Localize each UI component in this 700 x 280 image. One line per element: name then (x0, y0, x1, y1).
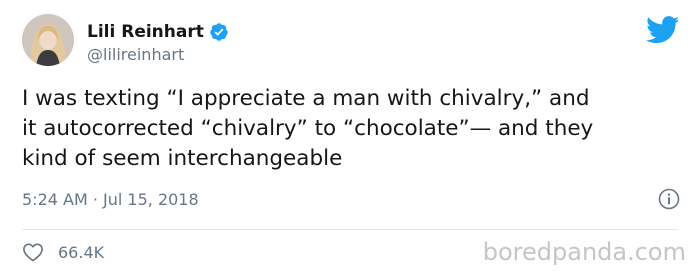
avatar[interactable] (22, 14, 74, 66)
tweet-timestamp[interactable]: 5:24 AM · Jul 15, 2018 (22, 190, 199, 209)
tweet-card: Lili Reinhart @lilireinhart I was textin… (0, 0, 700, 280)
divider (22, 229, 678, 230)
author-handle[interactable]: @lilireinhart (87, 45, 184, 64)
avatar-photo (22, 14, 74, 66)
like-action[interactable]: 66.4K (22, 241, 104, 263)
tweet-text: I was texting “I appreciate a man with c… (22, 84, 672, 174)
tweet-text-line: it autocorrected “chivalry” to “chocolat… (22, 116, 594, 141)
author-name-row: Lili Reinhart (87, 20, 229, 44)
tweet-text-line: kind of seem interchangeable (22, 146, 343, 171)
twitter-bird-icon[interactable] (646, 16, 680, 44)
author-display-name[interactable]: Lili Reinhart (87, 22, 204, 42)
watermark: boredpanda.com (482, 238, 686, 266)
info-icon[interactable] (658, 188, 680, 210)
like-count: 66.4K (58, 242, 105, 262)
tweet-text-line: I was texting “I appreciate a man with c… (22, 86, 590, 111)
heart-icon[interactable] (22, 242, 44, 262)
verified-badge-icon (209, 22, 229, 42)
